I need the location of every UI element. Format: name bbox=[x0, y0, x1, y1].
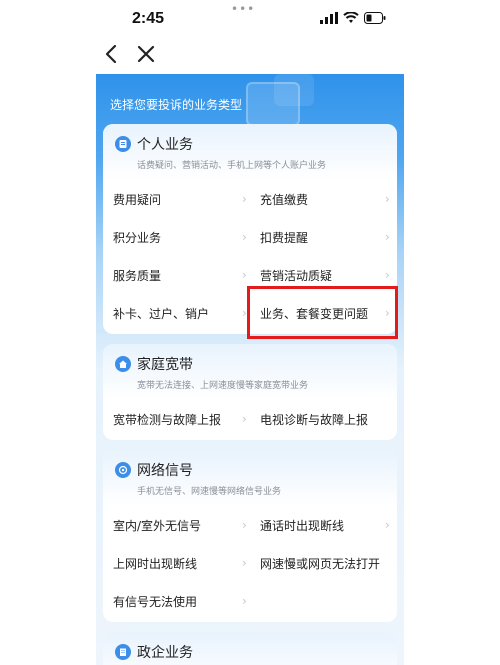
status-dots: ••• bbox=[231, 2, 256, 16]
card-title: 网络信号 bbox=[137, 463, 193, 479]
highlight-annotation bbox=[247, 286, 398, 339]
option-sim-transfer-cancel[interactable]: 补卡、过户、销户 › bbox=[103, 294, 250, 332]
option-data-dropped[interactable]: 上网时出现断线 › bbox=[103, 544, 250, 582]
chevron-right-icon: › bbox=[242, 412, 247, 426]
chevron-right-icon: › bbox=[242, 556, 247, 570]
chevron-right-icon: › bbox=[385, 268, 390, 282]
option-label: 充值缴费 bbox=[260, 193, 309, 207]
card-subtitle: 手机无信号、网速慢等网络信号业务 bbox=[137, 487, 282, 497]
option-signal-unusable[interactable]: 有信号无法使用 › bbox=[103, 582, 250, 620]
banner-document-icon bbox=[246, 82, 300, 126]
nav-bar bbox=[0, 36, 500, 74]
option-broadband-fault-report[interactable]: 宽带检测与故障上报 › bbox=[103, 400, 250, 438]
option-row: 费用疑问 › 充值缴费 › bbox=[103, 180, 397, 218]
option-points-business[interactable]: 积分业务 › bbox=[103, 218, 250, 256]
option-row: 上网时出现断线 › 网速慢或网页无法打开 bbox=[103, 544, 397, 582]
option-label: 通话时出现断线 bbox=[260, 519, 345, 533]
option-label: 扣费提醒 bbox=[260, 231, 309, 245]
card-title: 家庭宽带 bbox=[137, 357, 193, 373]
chevron-right-icon: › bbox=[242, 594, 247, 608]
card-home-broadband: 家庭宽带 宽带无法连接、上网速度慢等家庭宽带业务 宽带检测与故障上报 › 电视诊断… bbox=[103, 344, 397, 440]
option-label: 上网时出现断线 bbox=[113, 557, 198, 571]
card-header: 个人业务 话费疑问、营销活动、手机上网等个人账户业务 bbox=[103, 124, 397, 180]
battery-icon bbox=[364, 12, 386, 24]
option-slow-network[interactable]: 网速慢或网页无法打开 bbox=[250, 544, 397, 582]
option-service-quality[interactable]: 服务质量 › bbox=[103, 256, 250, 294]
chevron-right-icon: › bbox=[242, 192, 247, 206]
card-header: 家庭宽带 宽带无法连接、上网速度慢等家庭宽带业务 bbox=[103, 344, 397, 400]
card-subtitle: 宽带无法连接、上网速度慢等家庭宽带业务 bbox=[137, 381, 309, 391]
option-label: 网速慢或网页无法打开 bbox=[260, 557, 381, 571]
option-recharge-payment[interactable]: 充值缴费 › bbox=[250, 180, 397, 218]
wifi-icon bbox=[343, 12, 359, 23]
option-no-signal[interactable]: 室内/室外无信号 › bbox=[103, 506, 250, 544]
option-label: 服务质量 bbox=[113, 269, 162, 283]
option-label: 宽带检测与故障上报 bbox=[113, 413, 222, 427]
card-header: 网络信号 手机无信号、网速慢等网络信号业务 bbox=[103, 450, 397, 506]
option-row: 有信号无法使用 › bbox=[103, 582, 397, 620]
option-label: 积分业务 bbox=[113, 231, 162, 245]
back-arrow-icon[interactable] bbox=[100, 42, 124, 66]
option-fee-inquiry[interactable]: 费用疑问 › bbox=[103, 180, 250, 218]
card-title: 个人业务 bbox=[137, 137, 193, 153]
close-icon[interactable] bbox=[134, 42, 158, 66]
chevron-right-icon: › bbox=[242, 518, 247, 532]
option-label: 室内/室外无信号 bbox=[113, 519, 202, 533]
card-title: 政企业务 bbox=[137, 645, 193, 661]
status-bar: 2:45 ••• bbox=[0, 0, 500, 40]
card-enterprise-business: 政企业务 bbox=[103, 632, 397, 665]
chevron-right-icon: › bbox=[385, 518, 390, 532]
option-label: 费用疑问 bbox=[113, 193, 162, 207]
enterprise-icon bbox=[115, 644, 131, 660]
chevron-right-icon: › bbox=[385, 192, 390, 206]
option-label: 营销活动质疑 bbox=[260, 269, 333, 283]
personal-business-icon bbox=[115, 136, 131, 152]
option-row: 宽带检测与故障上报 › 电视诊断与故障上报 bbox=[103, 400, 397, 438]
signal-icon bbox=[115, 462, 131, 478]
complaint-page: 选择您要投诉的业务类型 个人业务 话费疑问、营销活动、手机上网等个人账户业务 费… bbox=[96, 74, 404, 665]
option-call-dropped[interactable]: 通话时出现断线 › bbox=[250, 506, 397, 544]
chevron-right-icon: › bbox=[385, 230, 390, 244]
chevron-right-icon: › bbox=[242, 230, 247, 244]
option-deduction-reminder[interactable]: 扣费提醒 › bbox=[250, 218, 397, 256]
option-label: 补卡、过户、销户 bbox=[113, 307, 210, 321]
page-heading: 选择您要投诉的业务类型 bbox=[110, 98, 243, 112]
option-label: 电视诊断与故障上报 bbox=[260, 413, 369, 427]
option-label: 有信号无法使用 bbox=[113, 595, 198, 609]
chevron-right-icon: › bbox=[242, 268, 247, 282]
option-tv-fault-report[interactable]: 电视诊断与故障上报 bbox=[250, 400, 397, 438]
option-row: 室内/室外无信号 › 通话时出现断线 › bbox=[103, 506, 397, 544]
option-row: 积分业务 › 扣费提醒 › bbox=[103, 218, 397, 256]
card-network-signal: 网络信号 手机无信号、网速慢等网络信号业务 室内/室外无信号 › 通话时出现断线 ›… bbox=[103, 450, 397, 622]
cellular-signal-icon bbox=[320, 12, 338, 24]
status-time: 2:45 bbox=[132, 10, 165, 27]
home-icon bbox=[115, 356, 131, 372]
card-header: 政企业务 bbox=[103, 632, 397, 665]
card-subtitle: 话费疑问、营销活动、手机上网等个人账户业务 bbox=[137, 161, 327, 171]
